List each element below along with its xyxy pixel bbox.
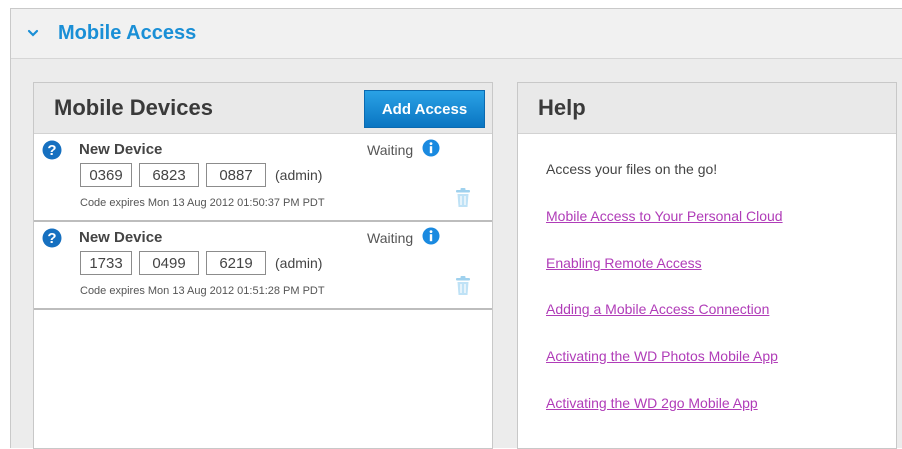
trash-icon[interactable] bbox=[454, 187, 472, 209]
svg-text:?: ? bbox=[47, 230, 56, 247]
device-role: (admin) bbox=[275, 255, 323, 271]
info-icon[interactable] bbox=[422, 227, 440, 245]
mobile-devices-title: Mobile Devices bbox=[54, 95, 213, 120]
code-expiry: Code expires Mon 13 Aug 2012 01:51:28 PM… bbox=[80, 285, 325, 297]
help-link-remote-access[interactable]: Enabling Remote Access bbox=[546, 255, 702, 271]
question-icon: ? bbox=[42, 228, 62, 248]
code-expiry: Code expires Mon 13 Aug 2012 01:50:37 PM… bbox=[80, 197, 325, 209]
access-codes: 0369 6823 0887 (admin) bbox=[80, 162, 322, 188]
help-header: Help bbox=[518, 83, 896, 134]
question-icon: ? bbox=[42, 140, 62, 160]
help-intro: Access your files on the go! bbox=[546, 161, 718, 177]
help-link-mobile-access[interactable]: Mobile Access to Your Personal Cloud bbox=[546, 208, 783, 224]
help-link-wd-photos[interactable]: Activating the WD Photos Mobile App bbox=[546, 348, 778, 364]
section-header[interactable]: Mobile Access bbox=[11, 9, 902, 59]
device-status: Waiting bbox=[367, 230, 414, 246]
device-row: ? New Device Waiting 0369 6823 0887 (adm… bbox=[34, 134, 492, 222]
help-link-wd-2go[interactable]: Activating the WD 2go Mobile App bbox=[546, 395, 758, 411]
code-box: 0369 bbox=[80, 163, 132, 187]
device-row: ? New Device Waiting 1733 0499 6219 (adm… bbox=[34, 222, 492, 310]
help-panel: Help Access your files on the go! Mobile… bbox=[517, 82, 897, 449]
mobile-devices-panel: Mobile Devices Add Access ? New Device W… bbox=[33, 82, 493, 449]
help-title: Help bbox=[538, 95, 586, 120]
code-box: 6823 bbox=[139, 163, 199, 187]
access-codes: 1733 0499 6219 (admin) bbox=[80, 250, 322, 276]
mobile-devices-header: Mobile Devices Add Access bbox=[34, 83, 492, 134]
section-title: Mobile Access bbox=[58, 22, 197, 44]
device-status: Waiting bbox=[367, 142, 414, 158]
code-box: 1733 bbox=[80, 251, 132, 275]
code-box: 6219 bbox=[206, 251, 266, 275]
code-box: 0887 bbox=[206, 163, 266, 187]
code-box: 0499 bbox=[139, 251, 199, 275]
add-access-button[interactable]: Add Access bbox=[364, 90, 485, 128]
info-icon[interactable] bbox=[422, 139, 440, 157]
device-name: New Device bbox=[79, 141, 163, 158]
svg-text:?: ? bbox=[47, 142, 56, 159]
chevron-down-icon[interactable] bbox=[26, 26, 40, 40]
device-name: New Device bbox=[79, 229, 163, 246]
mobile-access-frame: Mobile Access Mobile Devices Add Access … bbox=[10, 8, 902, 449]
trash-icon[interactable] bbox=[454, 275, 472, 297]
help-link-add-connection[interactable]: Adding a Mobile Access Connection bbox=[546, 301, 769, 317]
device-role: (admin) bbox=[275, 167, 323, 183]
